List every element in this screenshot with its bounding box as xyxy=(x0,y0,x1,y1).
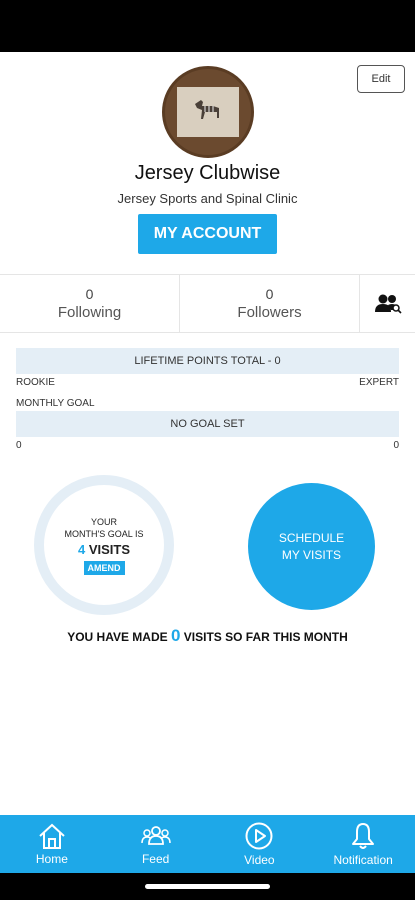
monthly-goal-ring: YOUR MONTH'S GOAL IS 4 VISITS AMEND xyxy=(34,475,174,615)
stats-row: 0 Following 0 Followers xyxy=(0,274,415,333)
schedule-visits-button[interactable]: SCHEDULE MY VISITS xyxy=(248,483,375,610)
find-people-button[interactable] xyxy=(360,275,415,332)
lifetime-points-bar: LIFETIME POINTS TOTAL - 0 xyxy=(16,348,399,374)
following-stat[interactable]: 0 Following xyxy=(0,275,180,332)
clinic-name: Jersey Sports and Spinal Clinic xyxy=(117,191,298,206)
group-icon xyxy=(140,826,171,845)
edit-button[interactable]: Edit xyxy=(357,65,405,93)
following-count: 0 xyxy=(85,286,94,302)
followers-stat[interactable]: 0 Followers xyxy=(180,275,360,332)
people-search-icon xyxy=(374,294,402,314)
tab-feed[interactable]: Feed xyxy=(104,815,208,873)
expert-label: EXPERT xyxy=(359,377,399,388)
goal-text-line2: MONTH'S GOAL IS xyxy=(64,528,144,539)
followers-label: Followers xyxy=(237,304,302,321)
bell-icon xyxy=(352,823,375,849)
profile-name: Jersey Clubwise xyxy=(134,162,281,184)
horse-icon xyxy=(183,92,233,132)
tab-video-label: Video xyxy=(244,853,275,867)
visits-made-text: YOU HAVE MADE 0 VISITS SO FAR THIS MONTH xyxy=(0,626,415,646)
profile-screen: Edit Jersey Clubwise Jersey Sports and S… xyxy=(0,52,415,815)
home-icon xyxy=(39,823,65,849)
goal-value: 4 VISITS xyxy=(78,542,130,557)
my-account-button[interactable]: MY ACCOUNT xyxy=(138,214,277,254)
monthly-goal-label: MONTHLY GOAL xyxy=(16,398,95,409)
goal-max-label: 0 xyxy=(393,440,399,451)
rookie-label: ROOKIE xyxy=(16,377,55,388)
home-indicator[interactable] xyxy=(145,884,270,889)
visits-made-prefix: YOU HAVE MADE xyxy=(67,630,171,644)
bottom-tab-bar: Home Feed Video Notification xyxy=(0,815,415,873)
goal-unit: VISITS xyxy=(85,541,131,557)
goal-min-label: 0 xyxy=(16,440,22,451)
visits-made-suffix: VISITS SO FAR THIS MONTH xyxy=(180,630,348,644)
play-circle-icon xyxy=(245,822,273,850)
following-label: Following xyxy=(57,304,122,321)
tab-notification[interactable]: Notification xyxy=(311,815,415,873)
amend-button[interactable]: AMEND xyxy=(83,560,125,575)
schedule-line1: SCHEDULE xyxy=(278,530,345,545)
tab-notification-label: Notification xyxy=(333,853,393,867)
tab-feed-label: Feed xyxy=(141,852,170,866)
followers-count: 0 xyxy=(265,286,274,302)
goal-text-line1: YOUR xyxy=(90,516,117,527)
tab-home-label: Home xyxy=(35,852,68,866)
avatar[interactable] xyxy=(162,66,254,158)
tab-video[interactable]: Video xyxy=(208,815,312,873)
tab-home[interactable]: Home xyxy=(0,815,104,873)
status-bar xyxy=(0,0,415,52)
avatar-image xyxy=(177,87,239,137)
monthly-goal-bar: NO GOAL SET xyxy=(16,411,399,437)
schedule-line2: MY VISITS xyxy=(281,547,342,562)
